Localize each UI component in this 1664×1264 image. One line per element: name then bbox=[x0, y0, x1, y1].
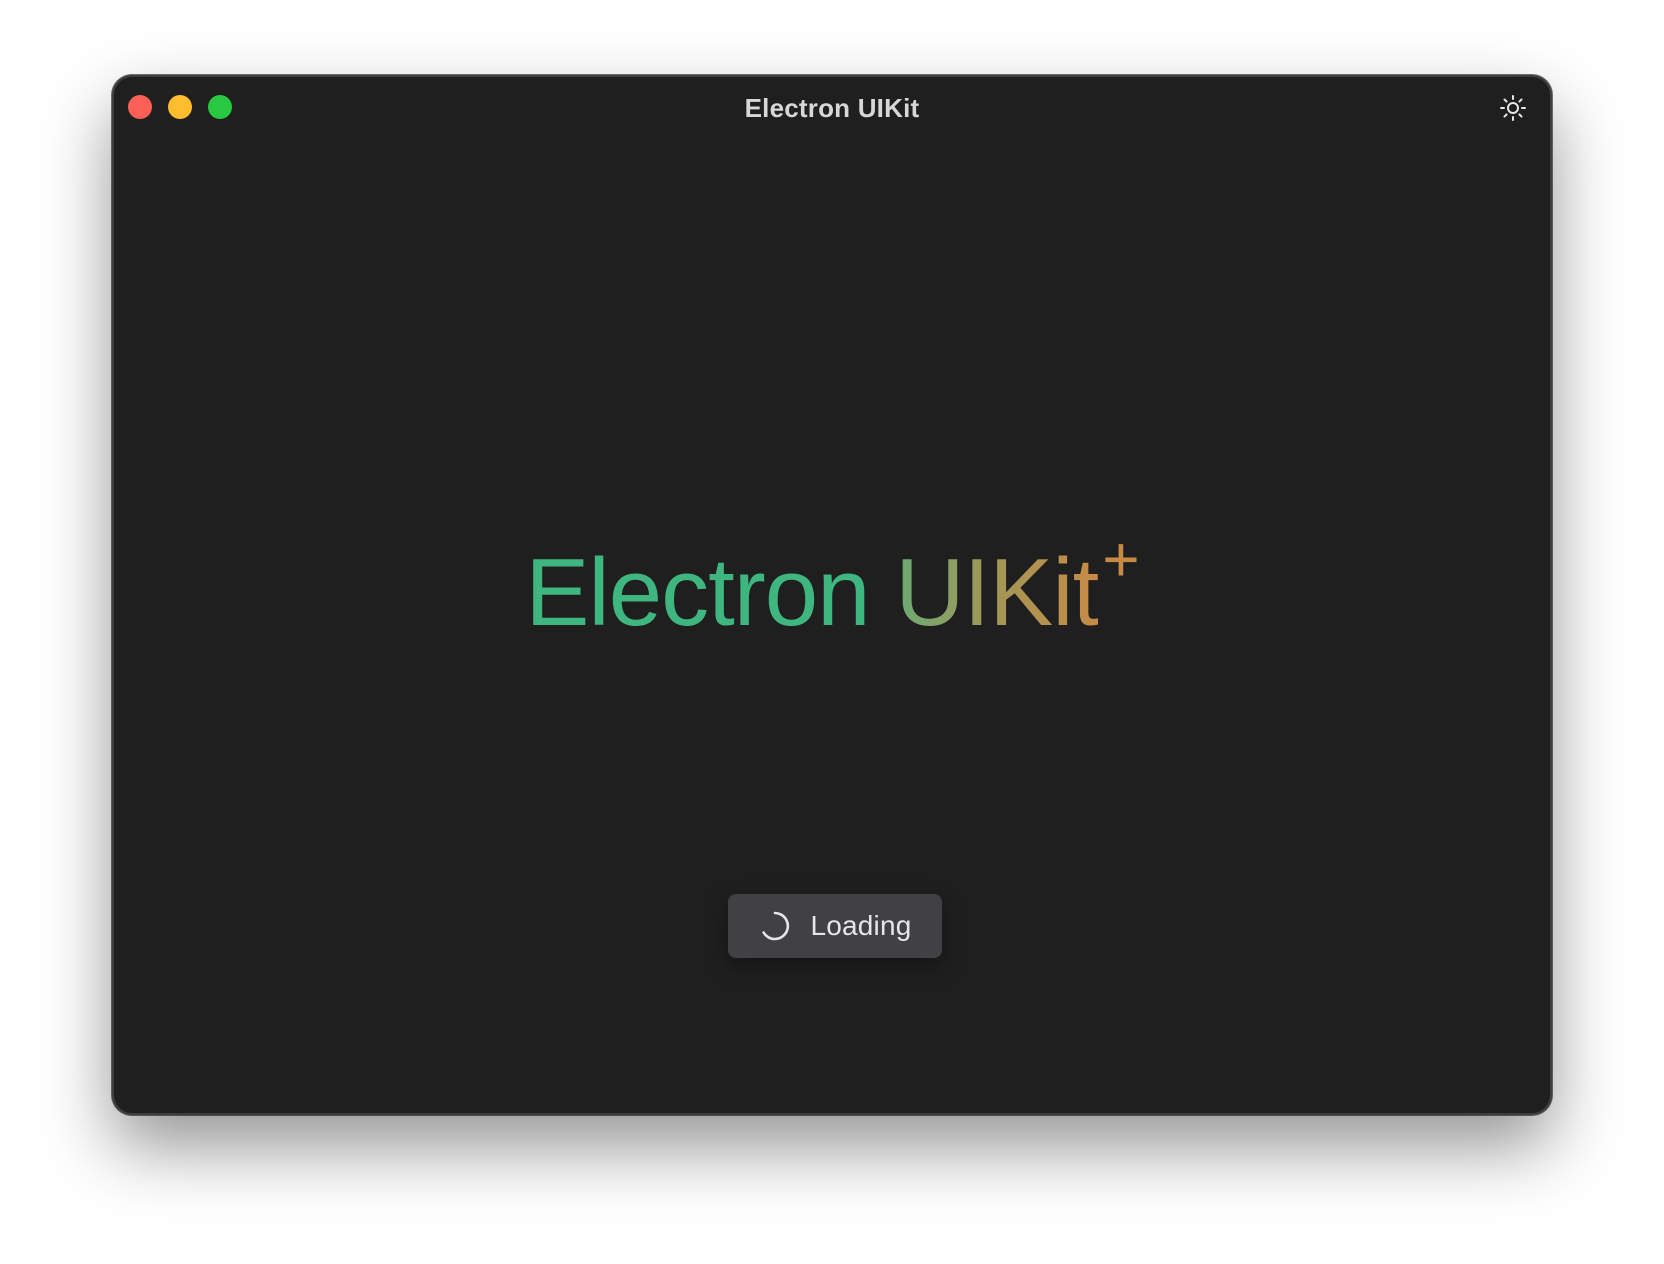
app-window: Electron UIKit Electron UIKit+ Loading bbox=[112, 75, 1552, 1115]
hero-title-plus: + bbox=[1102, 523, 1139, 595]
hero-logo-text: Electron UIKit+ bbox=[114, 527, 1550, 641]
hero-title-uikit: UIKit bbox=[895, 539, 1099, 646]
loading-button[interactable]: Loading bbox=[728, 894, 942, 958]
theme-toggle-button[interactable] bbox=[1498, 93, 1528, 123]
hero-title: Electron UIKit+ bbox=[525, 527, 1139, 641]
hero-title-electron: Electron bbox=[525, 539, 870, 646]
loading-label: Loading bbox=[810, 910, 912, 941]
spinner-icon bbox=[762, 911, 790, 941]
window-title: Electron UIKit bbox=[744, 93, 920, 123]
titlebar[interactable]: Electron UIKit bbox=[114, 77, 1550, 141]
sun-icon bbox=[1500, 95, 1526, 121]
